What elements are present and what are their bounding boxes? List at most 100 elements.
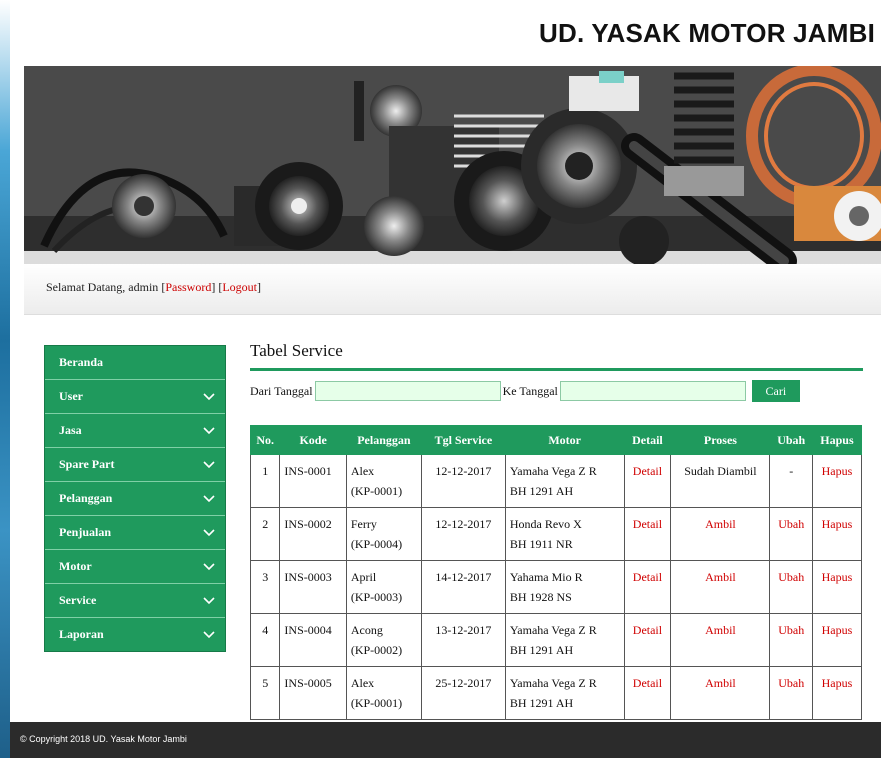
sidebar-item-beranda[interactable]: Beranda — [45, 346, 225, 380]
sidebar-item-label: User — [59, 389, 83, 403]
hapus-link[interactable]: Hapus — [822, 676, 853, 690]
cell-pelanggan: Acong (KP-0002) — [345, 613, 422, 667]
ambil-link[interactable]: Ambil — [705, 623, 736, 637]
sidebar-item-motor[interactable]: Motor — [45, 550, 225, 584]
ubah-link[interactable]: Ubah — [778, 623, 804, 637]
password-link[interactable]: Password — [165, 280, 211, 294]
cell-pelanggan: Ferry (KP-0004) — [345, 507, 422, 561]
cell-motor: Yamaha Vega Z R BH 1291 AH — [504, 454, 625, 508]
customer-name: Acong — [350, 623, 383, 637]
sidebar-item-label: Jasa — [59, 423, 82, 437]
cell-no: 3 — [249, 560, 281, 614]
sidebar-item-label: Penjualan — [59, 525, 112, 539]
sidebar-item-jasa[interactable]: Jasa — [45, 414, 225, 448]
sidebar-item-penjualan[interactable]: Penjualan — [45, 516, 225, 550]
cell-hapus: Hapus — [811, 560, 863, 614]
sidebar-item-service[interactable]: Service — [45, 584, 225, 618]
column-header-no: No. — [249, 425, 281, 455]
sidebar-item-laporan[interactable]: Laporan — [45, 618, 225, 651]
page-title: Tabel Service — [250, 341, 863, 371]
customer-name: April — [350, 570, 377, 584]
sidebar-item-label: Pelanggan — [59, 491, 113, 505]
ambil-link[interactable]: Ambil — [705, 517, 736, 531]
ambil-link[interactable]: Ambil — [705, 676, 736, 690]
customer-name: Alex — [350, 464, 375, 478]
cell-proses: Ambil — [670, 507, 771, 561]
cell-tgl-service: 12-12-2017 — [420, 507, 506, 561]
cell-no: 5 — [249, 666, 281, 720]
cell-detail: Detail — [623, 666, 672, 720]
cell-ubah: Ubah — [769, 560, 813, 614]
from-date-input[interactable] — [314, 381, 501, 401]
sidebar-item-pelanggan[interactable]: Pelanggan — [45, 482, 225, 516]
detail-link[interactable]: Detail — [633, 676, 662, 690]
sidebar-item-user[interactable]: User — [45, 380, 225, 414]
to-date-label: Ke Tanggal — [502, 383, 558, 398]
cell-tgl-service: 13-12-2017 — [420, 613, 506, 667]
column-header-kode: Kode — [279, 425, 347, 455]
hapus-link[interactable]: Hapus — [822, 570, 853, 584]
chevron-down-icon — [203, 494, 215, 502]
auto-parts-illustration — [24, 66, 881, 264]
date-filter-form: Dari Tanggal Ke Tanggal Cari — [250, 380, 863, 402]
motor-plate: BH 1928 NS — [509, 590, 572, 604]
ubah-link[interactable]: Ubah — [778, 570, 804, 584]
table-row: 4 INS-0004 Acong (KP-0002) 13-12-2017 Yam… — [249, 613, 863, 667]
cell-ubah: Ubah — [769, 613, 813, 667]
ambil-link[interactable]: Ambil — [705, 570, 736, 584]
customer-name: Alex — [350, 676, 375, 690]
to-date-input[interactable] — [559, 381, 746, 401]
logout-link[interactable]: Logout — [222, 280, 257, 294]
detail-link[interactable]: Detail — [633, 464, 662, 478]
column-header-proses: Proses — [670, 425, 771, 455]
column-header-ubah: Ubah — [769, 425, 813, 455]
hapus-link[interactable]: Hapus — [822, 623, 853, 637]
sidebar-menu: Beranda User Jasa Spare Part Pelanggan P… — [44, 345, 226, 652]
cell-proses: Sudah Diambil — [670, 454, 771, 508]
cell-detail: Detail — [623, 560, 672, 614]
cell-ubah: - — [769, 454, 813, 508]
motor-plate: BH 1291 AH — [509, 484, 574, 498]
chevron-down-icon — [203, 630, 215, 638]
cell-ubah: Ubah — [769, 507, 813, 561]
cell-hapus: Hapus — [811, 666, 863, 720]
cell-motor: Honda Revo X BH 1911 NR — [504, 507, 625, 561]
hapus-link[interactable]: Hapus — [822, 464, 853, 478]
copyright-text: © Copyright 2018 UD. Yasak Motor Jambi — [20, 734, 187, 744]
sidebar-item-spare-part[interactable]: Spare Part — [45, 448, 225, 482]
cell-proses: Ambil — [670, 613, 771, 667]
cell-proses: Ambil — [670, 560, 771, 614]
detail-link[interactable]: Detail — [633, 517, 662, 531]
column-header-tgl-service: Tgl Service — [420, 425, 506, 455]
ubah-link[interactable]: Ubah — [778, 676, 804, 690]
chevron-down-icon — [203, 528, 215, 536]
chevron-down-icon — [203, 460, 215, 468]
welcome-text: Selamat Datang, admin — [46, 280, 159, 294]
chevron-down-icon — [203, 426, 215, 434]
customer-code: (KP-0003) — [350, 590, 403, 604]
table-row: 5 INS-0005 Alex (KP-0001) 25-12-2017 Yama… — [249, 666, 863, 720]
column-header-hapus: Hapus — [811, 425, 863, 455]
cell-proses: Ambil — [670, 666, 771, 720]
column-header-detail: Detail — [623, 425, 672, 455]
cell-hapus: Hapus — [811, 613, 863, 667]
welcome-bar: Selamat Datang, admin [Password] [Logout… — [24, 264, 881, 315]
ubah-link[interactable]: Ubah — [778, 517, 804, 531]
cell-kode: INS-0002 — [279, 507, 347, 561]
sidebar-item-label: Service — [59, 593, 97, 607]
hapus-link[interactable]: Hapus — [822, 517, 853, 531]
chevron-down-icon — [203, 596, 215, 604]
column-header-motor: Motor — [504, 425, 625, 455]
cell-hapus: Hapus — [811, 454, 863, 508]
cell-kode: INS-0003 — [279, 560, 347, 614]
search-button[interactable]: Cari — [751, 380, 800, 402]
cell-kode: INS-0004 — [279, 613, 347, 667]
sidebar-item-label: Motor — [59, 559, 92, 573]
customer-code: (KP-0001) — [350, 484, 403, 498]
cell-motor: Yahama Mio R BH 1928 NS — [504, 560, 625, 614]
motor-name: Yamaha Vega Z R — [509, 676, 597, 690]
detail-link[interactable]: Detail — [633, 623, 662, 637]
cell-motor: Yamaha Vega Z R BH 1291 AH — [504, 613, 625, 667]
customer-code: (KP-0002) — [350, 643, 403, 657]
detail-link[interactable]: Detail — [633, 570, 662, 584]
